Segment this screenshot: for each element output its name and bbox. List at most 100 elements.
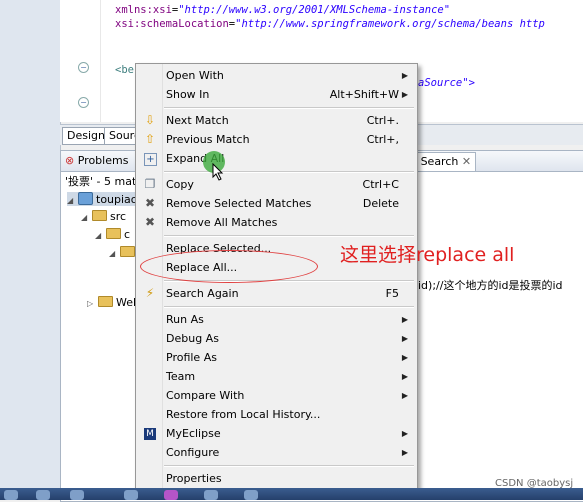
- menu-item-team[interactable]: Team ▶: [136, 367, 417, 386]
- annotation-text: 这里选择replace all: [340, 244, 515, 266]
- menu-item-expand-all[interactable]: + Expand All: [136, 149, 417, 168]
- problems-icon: ⊗: [65, 154, 78, 167]
- search-again-icon: ⚡: [145, 286, 155, 300]
- tree-item-package[interactable]: ◢ c: [95, 228, 130, 241]
- menu-label: Previous Match: [166, 133, 250, 146]
- menu-label: Debug As: [166, 332, 219, 345]
- collapsed-icon[interactable]: ▷: [87, 299, 95, 308]
- remove-all-icon: ✖: [144, 215, 156, 229]
- menu-label: Run As: [166, 313, 204, 326]
- menu-label: Next Match: [166, 114, 229, 127]
- tree-item-project[interactable]: ◢ toupiao: [67, 192, 138, 206]
- submenu-arrow-icon: ▶: [401, 448, 408, 457]
- menu-label: Restore from Local History...: [166, 408, 321, 421]
- menu-label: MyEclipse: [166, 427, 221, 440]
- tree-item-file[interactable]: ◢: [109, 246, 138, 259]
- folder-icon: [98, 296, 113, 307]
- tree-item-web[interactable]: ▷ Web: [87, 296, 140, 309]
- left-panel: [0, 0, 61, 500]
- project-icon: [78, 192, 93, 205]
- taskbar-button[interactable]: [70, 490, 84, 500]
- menu-item-search-again[interactable]: ⚡ Search Again F5: [136, 284, 417, 303]
- submenu-arrow-icon: ▶: [401, 315, 408, 324]
- menu-accel: F5: [385, 287, 399, 300]
- taskbar-button[interactable]: [4, 490, 18, 500]
- menu-label: Show In: [166, 88, 210, 101]
- menu-item-profile-as[interactable]: Profile As ▶: [136, 348, 417, 367]
- menu-item-remove-all[interactable]: ✖ Remove All Matches: [136, 213, 417, 232]
- copy-icon: ❐: [144, 177, 156, 191]
- folder-icon: [92, 210, 107, 221]
- code-line-3-tail: aSource">: [418, 77, 475, 89]
- taskbar-button[interactable]: [244, 490, 258, 500]
- submenu-arrow-icon: ▶: [401, 334, 408, 343]
- menu-separator: [164, 306, 414, 308]
- menu-label: Open With: [166, 69, 224, 82]
- menu-label: Profile As: [166, 351, 217, 364]
- menu-label: Team: [166, 370, 196, 383]
- menu-separator: [164, 235, 414, 237]
- taskbar-button[interactable]: [164, 490, 178, 500]
- menu-separator: [164, 107, 414, 109]
- taskbar-button[interactable]: [124, 490, 138, 500]
- fold-icon[interactable]: −: [78, 97, 89, 108]
- myeclipse-icon: M: [144, 428, 156, 440]
- menu-item-restore-history[interactable]: Restore from Local History...: [136, 405, 417, 424]
- menu-item-debug-as[interactable]: Debug As ▶: [136, 329, 417, 348]
- menu-separator: [164, 465, 414, 467]
- up-arrow-icon: ⇧: [144, 132, 156, 146]
- menu-item-previous-match[interactable]: ⇧ Previous Match Ctrl+,: [136, 130, 417, 149]
- folder-icon: [106, 228, 121, 239]
- search-result-line[interactable]: id);//这个地方的id是投票的id: [418, 277, 563, 293]
- menu-item-properties[interactable]: Properties: [136, 469, 417, 488]
- submenu-arrow-icon: ▶: [401, 429, 408, 438]
- submenu-arrow-icon: ▶: [401, 372, 408, 381]
- taskbar: [0, 488, 583, 500]
- menu-item-open-with[interactable]: Open With ▶: [136, 66, 417, 85]
- menu-accel: Alt+Shift+W: [329, 88, 399, 101]
- menu-item-myeclipse[interactable]: M MyEclipse ▶: [136, 424, 417, 443]
- expand-all-icon: +: [144, 153, 157, 166]
- expand-icon[interactable]: ◢: [95, 231, 103, 240]
- submenu-arrow-icon: ▶: [401, 353, 408, 362]
- annotation-ellipse: [140, 250, 318, 283]
- menu-label: Configure: [166, 446, 220, 459]
- submenu-arrow-icon: ▶: [401, 90, 408, 99]
- menu-item-copy[interactable]: ❐ Copy Ctrl+C: [136, 175, 417, 194]
- expand-icon[interactable]: ◢: [81, 213, 89, 222]
- expand-icon[interactable]: ◢: [109, 249, 117, 258]
- menu-accel: Delete: [362, 197, 399, 210]
- menu-item-run-as[interactable]: Run As ▶: [136, 310, 417, 329]
- tab-design[interactable]: Design: [62, 127, 110, 145]
- remove-selected-icon: ✖: [144, 196, 156, 210]
- menu-label: Properties: [166, 472, 222, 485]
- submenu-arrow-icon: ▶: [401, 71, 408, 80]
- menu-label: Remove All Matches: [166, 216, 278, 229]
- menu-item-configure[interactable]: Configure ▶: [136, 443, 417, 462]
- menu-item-remove-selected[interactable]: ✖ Remove Selected Matches Delete: [136, 194, 417, 213]
- taskbar-button[interactable]: [204, 490, 218, 500]
- code-line-3: <be: [115, 64, 134, 76]
- menu-label: Search Again: [166, 287, 239, 300]
- code-line-1: xmlns:xsi="http://www.w3.org/2001/XMLSch…: [115, 4, 451, 16]
- menu-accel: Ctrl+,: [366, 133, 399, 146]
- taskbar-button[interactable]: [36, 490, 50, 500]
- menu-label: Copy: [166, 178, 194, 191]
- menu-item-compare-with[interactable]: Compare With ▶: [136, 386, 417, 405]
- down-arrow-icon: ⇩: [144, 113, 156, 127]
- mouse-cursor-icon: [212, 163, 224, 181]
- menu-label: Compare With: [166, 389, 245, 402]
- close-icon[interactable]: ✕: [458, 155, 471, 168]
- menu-label: Remove Selected Matches: [166, 197, 312, 210]
- tree-item-src[interactable]: ◢ src: [81, 210, 126, 223]
- file-icon: [120, 246, 135, 257]
- search-summary: '投票' - 5 matc: [65, 175, 143, 188]
- tab-problems[interactable]: ⊗ Problems: [63, 152, 132, 170]
- watermark: CSDN @taobysj: [495, 478, 574, 489]
- menu-item-next-match[interactable]: ⇩ Next Match Ctrl+.: [136, 111, 417, 130]
- menu-separator: [164, 171, 414, 173]
- menu-item-show-in[interactable]: Show In Alt+Shift+W ▶: [136, 85, 417, 104]
- expand-icon[interactable]: ◢: [67, 196, 75, 205]
- fold-icon[interactable]: −: [78, 62, 89, 73]
- menu-accel: Ctrl+C: [362, 178, 399, 191]
